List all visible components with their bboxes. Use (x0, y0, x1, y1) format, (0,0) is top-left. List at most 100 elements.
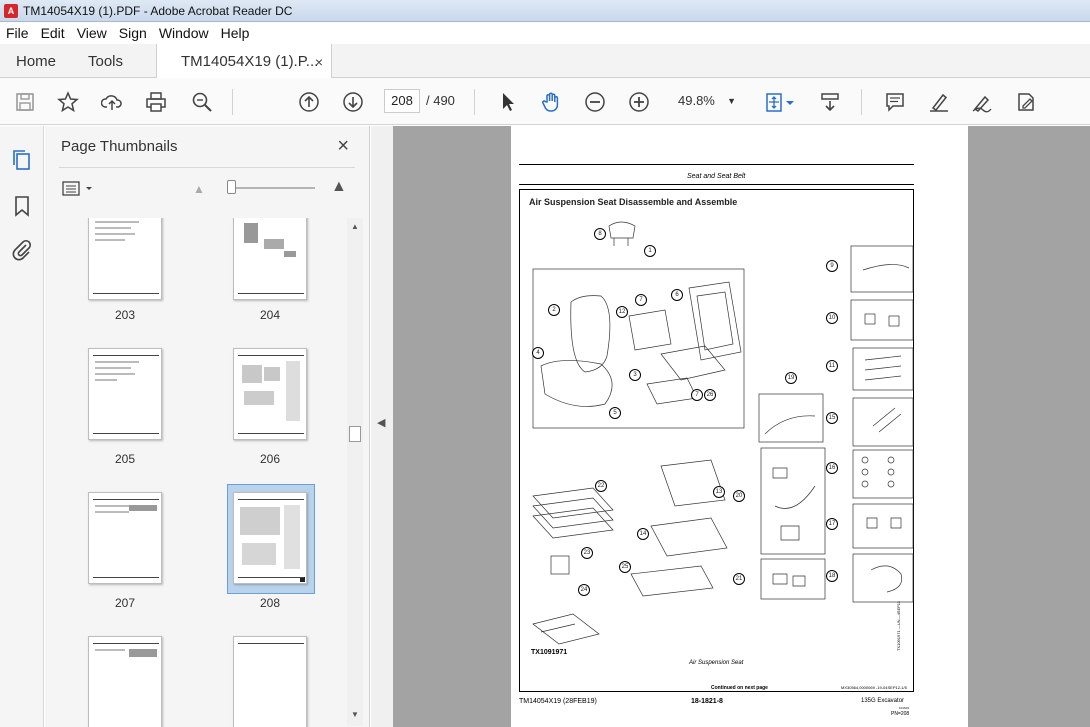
callout-10: 10 (826, 312, 838, 324)
callout-20: 20 (733, 490, 745, 502)
callout-15: 15 (826, 412, 838, 424)
collapse-left-icon[interactable]: ◀ (377, 416, 385, 429)
zoom-search-icon[interactable] (190, 90, 214, 114)
thumbnail-page-208[interactable] (233, 492, 307, 584)
thumbnail-page-204[interactable] (233, 218, 307, 300)
scroll-down-icon[interactable]: ▼ (351, 710, 359, 719)
thumbnail-label: 203 (114, 308, 136, 322)
sign-icon[interactable] (970, 90, 994, 114)
close-icon[interactable]: × (337, 135, 349, 158)
callout-7b: 7 (691, 389, 703, 401)
zoom-out-icon[interactable] (583, 90, 607, 114)
prev-page-icon[interactable] (297, 90, 321, 114)
thumbnail-page-209[interactable] (88, 636, 162, 727)
zoom-level-value: 49.8% (678, 93, 715, 108)
scroll-mode-icon[interactable] (818, 90, 842, 114)
bookmarks-icon[interactable] (10, 194, 34, 218)
thumbnail-scrollbar[interactable]: ▲ ▼ (347, 218, 363, 726)
callout-2: 2 (548, 304, 560, 316)
tab-tools[interactable]: Tools (88, 44, 123, 78)
callout-19: 19 (785, 372, 797, 384)
tab-document-label: TM14054X19 (1).P... (181, 53, 319, 70)
thumbnail-page-207[interactable] (88, 492, 162, 584)
callout-3: 3 (629, 369, 641, 381)
highlight-icon[interactable] (927, 90, 951, 114)
menu-sign[interactable]: Sign (119, 25, 147, 41)
thumbnail-page-210[interactable] (233, 636, 307, 727)
thumbnail-page-206[interactable] (233, 348, 307, 440)
footer-right: 135G Excavator (861, 698, 905, 704)
next-page-icon[interactable] (341, 90, 365, 114)
footer-left: TM14054X19 (28FEB19) (519, 698, 597, 705)
menu-file[interactable]: File (6, 25, 29, 41)
document-view[interactable]: Seat and Seat Belt Air Suspension Seat D… (393, 126, 1090, 727)
menu-window[interactable]: Window (159, 25, 209, 41)
page-number-input[interactable]: 208 (384, 89, 420, 113)
upload-icon[interactable] (100, 90, 124, 114)
thumbnail-page-203[interactable] (88, 218, 162, 300)
footer-right-sub: 101619 (899, 706, 910, 710)
callout-4: 4 (532, 347, 544, 359)
window-title: TM14054X19 (1).PDF - Adobe Acrobat Reade… (23, 3, 293, 18)
footer-center: 18-1821-8 (691, 698, 723, 705)
save-icon[interactable] (13, 90, 37, 114)
menu-help[interactable]: Help (221, 25, 250, 41)
callout-26: 26 (704, 389, 716, 401)
bookmark-star-icon[interactable] (56, 90, 80, 114)
fit-page-icon[interactable] (762, 90, 786, 114)
mountain-large-icon: ▲ (331, 178, 347, 195)
print-icon[interactable] (144, 90, 168, 114)
callout-6: 6 (671, 289, 683, 301)
thumbnail-options-button[interactable] (62, 180, 96, 198)
attachments-icon[interactable] (10, 238, 34, 262)
callout-1: 1 (644, 245, 656, 257)
callout-8: 8 (594, 228, 606, 240)
callout-17: 17 (826, 518, 838, 530)
thumbnail-label: 207 (114, 596, 136, 610)
panel-collapse-strip[interactable]: ◀ (371, 126, 393, 727)
thumbnail-page-205[interactable] (88, 348, 162, 440)
menu-view[interactable]: View (77, 25, 107, 41)
mountain-small-icon: ▲ (193, 182, 205, 196)
left-rail (0, 126, 44, 727)
fit-options-chevron-icon[interactable] (784, 90, 796, 114)
edit-pdf-icon[interactable] (1014, 90, 1038, 114)
callout-9: 9 (826, 260, 838, 272)
callout-23: 23 (581, 547, 593, 559)
select-cursor-icon[interactable] (496, 90, 520, 114)
thumbnails-panel: Page Thumbnails × ▲ ▲ 203 204 205 206 20… (45, 126, 370, 727)
page-thumbnails-icon[interactable] (10, 148, 34, 172)
footer-page-number: PN=208 (891, 711, 910, 717)
panel-divider (59, 167, 355, 168)
scrollbar-thumb[interactable] (349, 426, 361, 442)
tab-close-icon[interactable]: × (315, 54, 323, 70)
thumbnail-label: 206 (259, 452, 281, 466)
callout-16: 16 (826, 462, 838, 474)
zoom-level-select[interactable]: 49.8% ▼ (668, 89, 742, 113)
menu-edit[interactable]: Edit (41, 25, 65, 41)
slider-handle[interactable] (227, 180, 236, 194)
thumbnail-list: 203 204 205 206 207 208 (45, 218, 355, 727)
chevron-down-icon: ▼ (727, 96, 736, 106)
thumbnail-label: 208 (259, 596, 281, 610)
figure-caption: Air Suspension Seat (689, 660, 744, 666)
figure-id: TX1091971 (531, 649, 568, 656)
callout-14: 14 (637, 528, 649, 540)
panel-title: Page Thumbnails (61, 138, 178, 155)
zoom-in-icon[interactable] (627, 90, 651, 114)
code-reference: MX30564,0000069 -19-04SEP12-1/5 (841, 685, 907, 690)
callout-25: 25 (619, 561, 631, 573)
scroll-up-icon[interactable]: ▲ (351, 222, 359, 231)
thumbnail-label: 204 (259, 308, 281, 322)
side-code: TX1091971 —UN—4SEP11 (896, 601, 901, 651)
hand-tool-icon[interactable] (539, 90, 563, 114)
tab-document[interactable]: TM14054X19 (1).P... × (156, 44, 332, 79)
thumbnail-size-slider[interactable] (231, 187, 315, 189)
callout-21: 21 (733, 573, 745, 585)
comment-icon[interactable] (883, 90, 907, 114)
toolbar-separator (474, 89, 475, 115)
continued-note: Continued on next page (711, 685, 768, 691)
title-bar: A TM14054X19 (1).PDF - Adobe Acrobat Rea… (0, 0, 1090, 22)
callout-7: 7 (635, 294, 647, 306)
tab-home[interactable]: Home (16, 44, 56, 78)
